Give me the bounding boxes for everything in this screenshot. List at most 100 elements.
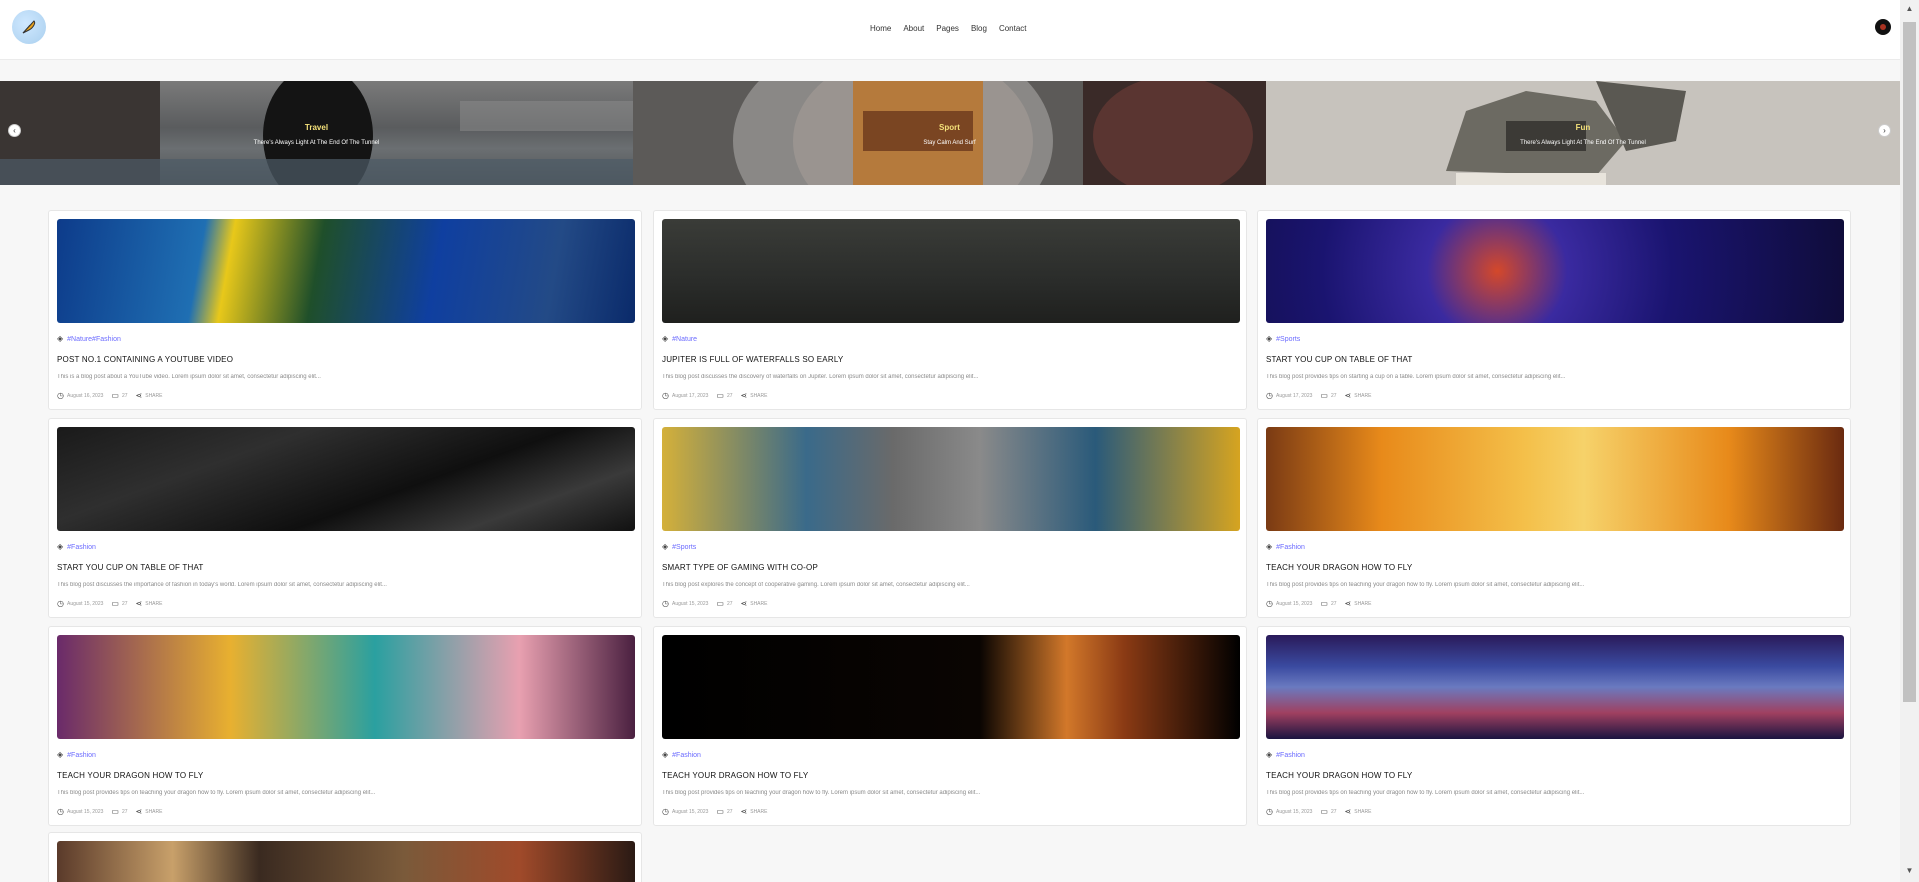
post-excerpt: This blog post provides tips on starting… xyxy=(1266,374,1566,380)
post-comments[interactable]: 27 xyxy=(1331,809,1337,815)
slide-sport[interactable]: Sport Stay Calm And Surf xyxy=(633,81,1266,185)
post-title[interactable]: TEACH YOUR DRAGON HOW TO FLY xyxy=(1266,771,1412,780)
post-tag-list[interactable]: #Fashion xyxy=(1276,544,1305,551)
share-link[interactable]: SHARE xyxy=(750,809,767,815)
nav-contact[interactable]: Contact xyxy=(999,24,1027,33)
post-meta: ◷ August 15, 2023 ▭ 27 ⋖ SHARE xyxy=(662,808,767,816)
slider-next-button[interactable]: › xyxy=(1878,124,1891,137)
post-tags: ◈ #Sports xyxy=(662,543,696,551)
post-image[interactable] xyxy=(1266,427,1844,531)
post-image[interactable] xyxy=(662,635,1240,739)
post-comments[interactable]: 27 xyxy=(1331,601,1337,607)
share-link[interactable]: SHARE xyxy=(750,601,767,607)
post-comments[interactable]: 27 xyxy=(727,601,733,607)
post-tag-list[interactable]: #Sports xyxy=(672,544,696,551)
scroll-down-icon[interactable]: ▼ xyxy=(1904,866,1915,876)
post-image[interactable] xyxy=(1266,635,1844,739)
tag-icon: ◈ xyxy=(1266,542,1273,551)
post-tag-list[interactable]: #Fashion xyxy=(672,752,701,759)
post-tags: ◈ #Nature#Fashion xyxy=(57,335,121,343)
clock-icon: ◷ xyxy=(57,599,64,608)
share-link[interactable]: SHARE xyxy=(145,601,162,607)
share-icon: ⋖ xyxy=(1344,391,1352,400)
scroll-up-icon[interactable]: ▲ xyxy=(1904,4,1915,14)
post-tag-list[interactable]: #Fashion xyxy=(67,544,96,551)
user-avatar-icon[interactable] xyxy=(1875,19,1891,35)
tag-icon: ◈ xyxy=(662,542,669,551)
post-comments[interactable]: 27 xyxy=(727,393,733,399)
nav-about[interactable]: About xyxy=(903,24,924,33)
share-link[interactable]: SHARE xyxy=(145,393,162,399)
post-comments[interactable]: 27 xyxy=(1331,393,1337,399)
post-tags: ◈ #Sports xyxy=(1266,335,1300,343)
comment-icon: ▭ xyxy=(111,391,119,400)
slide-travel[interactable]: Travel There's Always Light At The End O… xyxy=(0,81,633,185)
post-tag-list[interactable]: #Fashion xyxy=(67,752,96,759)
nav-pages[interactable]: Pages xyxy=(936,24,959,33)
post-tag-list[interactable]: #Nature#Fashion xyxy=(67,336,121,343)
post-comments[interactable]: 27 xyxy=(122,393,128,399)
post-card[interactable]: ◈ #Fashion TEACH YOUR DRAGON HOW TO FLY … xyxy=(653,626,1247,826)
post-meta: ◷ August 15, 2023 ▭ 27 ⋖ SHARE xyxy=(1266,600,1371,608)
post-meta: ◷ August 15, 2023 ▭ 27 ⋖ SHARE xyxy=(57,600,162,608)
slider-prev-button[interactable]: ‹ xyxy=(8,124,21,137)
post-tag-list[interactable]: #Sports xyxy=(1276,336,1300,343)
post-date: August 17, 2023 xyxy=(1275,393,1313,399)
scrollbar[interactable]: ▲ ▼ xyxy=(1900,0,1919,882)
post-title[interactable]: TEACH YOUR DRAGON HOW TO FLY xyxy=(662,771,808,780)
clock-icon: ◷ xyxy=(1266,807,1273,816)
chevron-left-icon: ‹ xyxy=(13,126,16,135)
share-icon: ⋖ xyxy=(740,391,748,400)
share-link[interactable]: SHARE xyxy=(1354,809,1371,815)
post-tag-list[interactable]: #Nature xyxy=(672,336,697,343)
post-meta: ◷ August 15, 2023 ▭ 27 ⋖ SHARE xyxy=(57,808,162,816)
clock-icon: ◷ xyxy=(57,391,64,400)
feather-logo-icon xyxy=(22,20,36,34)
share-icon: ⋖ xyxy=(135,807,143,816)
post-card[interactable]: ◈ #Fashion TEACH YOUR DRAGON HOW TO FLY … xyxy=(1257,418,1851,618)
post-title[interactable]: JUPITER IS FULL OF WATERFALLS SO EARLY xyxy=(662,355,843,364)
share-link[interactable]: SHARE xyxy=(1354,393,1371,399)
post-card[interactable]: ◈ #Nature JUPITER IS FULL OF WATERFALLS … xyxy=(653,210,1247,410)
post-tag-list[interactable]: #Fashion xyxy=(1276,752,1305,759)
post-card[interactable] xyxy=(48,832,642,882)
post-title[interactable]: TEACH YOUR DRAGON HOW TO FLY xyxy=(57,771,203,780)
post-comments[interactable]: 27 xyxy=(122,601,128,607)
main-nav: Home About Pages Blog Contact xyxy=(870,24,1027,33)
post-image[interactable] xyxy=(57,219,635,323)
post-image[interactable] xyxy=(1266,219,1844,323)
post-title[interactable]: START YOU CUP ON TABLE OF THAT xyxy=(57,563,203,572)
post-tags: ◈ #Fashion xyxy=(1266,543,1305,551)
nav-home[interactable]: Home xyxy=(870,24,891,33)
post-image[interactable] xyxy=(662,427,1240,531)
nav-blog[interactable]: Blog xyxy=(971,24,987,33)
logo[interactable] xyxy=(12,10,46,44)
post-card[interactable]: ◈ #Sports SMART TYPE OF GAMING WITH CO-O… xyxy=(653,418,1247,618)
post-comments[interactable]: 27 xyxy=(727,809,733,815)
post-card[interactable]: ◈ #Sports START YOU CUP ON TABLE OF THAT… xyxy=(1257,210,1851,410)
post-title[interactable]: POST NO.1 CONTAINING A YOUTUBE VIDEO xyxy=(57,355,233,364)
chevron-right-icon: › xyxy=(1883,126,1886,135)
comment-icon: ▭ xyxy=(111,599,119,608)
post-image[interactable] xyxy=(662,219,1240,323)
post-card[interactable]: ◈ #Fashion TEACH YOUR DRAGON HOW TO FLY … xyxy=(48,626,642,826)
post-date: August 15, 2023 xyxy=(1275,809,1313,815)
post-card[interactable]: ◈ #Fashion START YOU CUP ON TABLE OF THA… xyxy=(48,418,642,618)
share-link[interactable]: SHARE xyxy=(750,393,767,399)
post-card[interactable]: ◈ #Nature#Fashion POST NO.1 CONTAINING A… xyxy=(48,210,642,410)
post-title[interactable]: START YOU CUP ON TABLE OF THAT xyxy=(1266,355,1412,364)
post-image[interactable] xyxy=(57,635,635,739)
tag-icon: ◈ xyxy=(662,334,669,343)
post-title[interactable]: SMART TYPE OF GAMING WITH CO-OP xyxy=(662,563,818,572)
post-image[interactable] xyxy=(57,427,635,531)
comment-icon: ▭ xyxy=(716,599,724,608)
post-card[interactable]: ◈ #Fashion TEACH YOUR DRAGON HOW TO FLY … xyxy=(1257,626,1851,826)
post-date: August 17, 2023 xyxy=(671,393,709,399)
post-title[interactable]: TEACH YOUR DRAGON HOW TO FLY xyxy=(1266,563,1412,572)
share-link[interactable]: SHARE xyxy=(145,809,162,815)
scrollbar-thumb[interactable] xyxy=(1903,22,1916,702)
post-comments[interactable]: 27 xyxy=(122,809,128,815)
post-excerpt: This blog post discusses the discovery o… xyxy=(662,374,979,380)
share-link[interactable]: SHARE xyxy=(1354,601,1371,607)
slide-fun[interactable]: Fun There's Always Light At The End Of T… xyxy=(1266,81,1900,185)
